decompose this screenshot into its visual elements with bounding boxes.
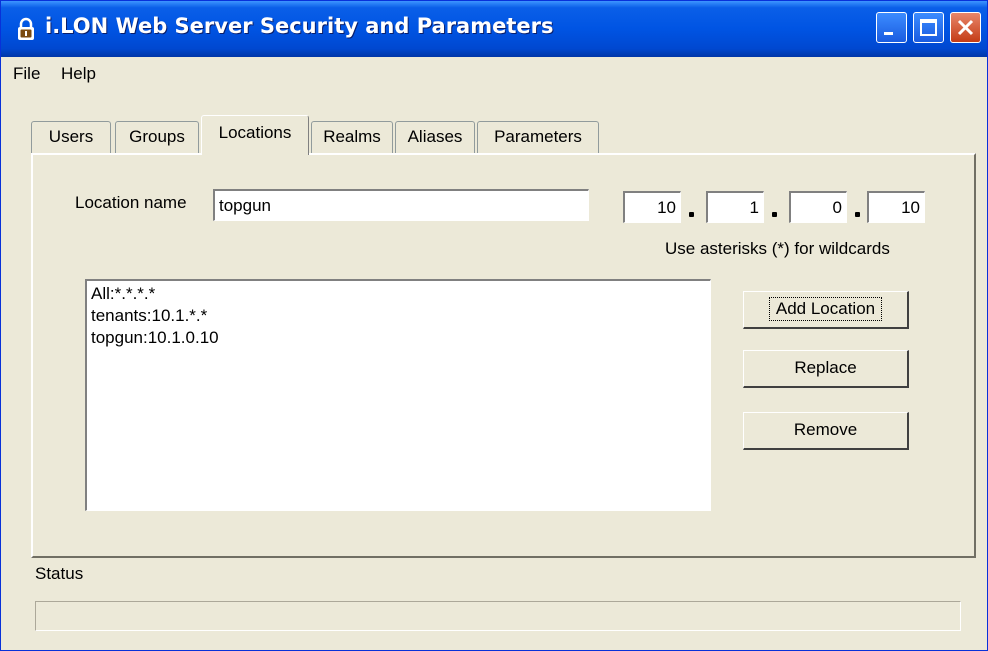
- minimize-button[interactable]: [876, 12, 907, 43]
- minimize-icon: [884, 32, 893, 35]
- ip-separator-dot: [689, 212, 694, 217]
- ip-separator-dot: [855, 212, 860, 217]
- main-window: i.LON Web Server Security and Parameters…: [0, 0, 988, 651]
- ip-separator-dot: [772, 212, 777, 217]
- lock-icon: [15, 17, 37, 41]
- tab-locations[interactable]: Locations: [201, 115, 309, 155]
- location-name-label: Location name: [75, 193, 187, 212]
- add-location-button[interactable]: Add Location: [743, 291, 909, 329]
- replace-button[interactable]: Replace: [743, 350, 909, 388]
- remove-button[interactable]: Remove: [743, 412, 909, 450]
- tab-groups[interactable]: Groups: [115, 121, 199, 153]
- ip-octet-1-input[interactable]: [623, 191, 681, 223]
- location-name-input[interactable]: [213, 189, 589, 221]
- menu-help[interactable]: Help: [61, 64, 96, 84]
- ip-octet-4-input[interactable]: [867, 191, 925, 223]
- locations-listbox[interactable]: All:*.*.*.* tenants:10.1.*.* topgun:10.1…: [85, 279, 711, 511]
- ip-octet-3-input[interactable]: [789, 191, 847, 223]
- close-icon: [957, 19, 974, 36]
- tab-parameters[interactable]: Parameters: [477, 121, 599, 153]
- add-location-label: Add Location: [768, 297, 883, 321]
- close-button[interactable]: [950, 12, 981, 43]
- menu-file[interactable]: File: [13, 64, 40, 84]
- title-bar[interactable]: i.LON Web Server Security and Parameters: [1, 1, 987, 57]
- list-item[interactable]: topgun:10.1.0.10: [91, 327, 706, 349]
- tab-aliases[interactable]: Aliases: [395, 121, 475, 153]
- list-item[interactable]: tenants:10.1.*.*: [91, 305, 706, 327]
- status-bar: [35, 601, 961, 631]
- maximize-button[interactable]: [913, 12, 944, 43]
- tab-realms[interactable]: Realms: [311, 121, 393, 153]
- status-label: Status: [35, 564, 84, 583]
- menu-bar: File Help: [1, 57, 987, 91]
- list-item[interactable]: All:*.*.*.*: [91, 283, 706, 305]
- maximize-icon: [920, 19, 937, 36]
- ip-octet-2-input[interactable]: [706, 191, 764, 223]
- window-title: i.LON Web Server Security and Parameters: [45, 14, 554, 38]
- wildcard-hint: Use asterisks (*) for wildcards: [665, 239, 890, 258]
- tab-users[interactable]: Users: [31, 121, 111, 153]
